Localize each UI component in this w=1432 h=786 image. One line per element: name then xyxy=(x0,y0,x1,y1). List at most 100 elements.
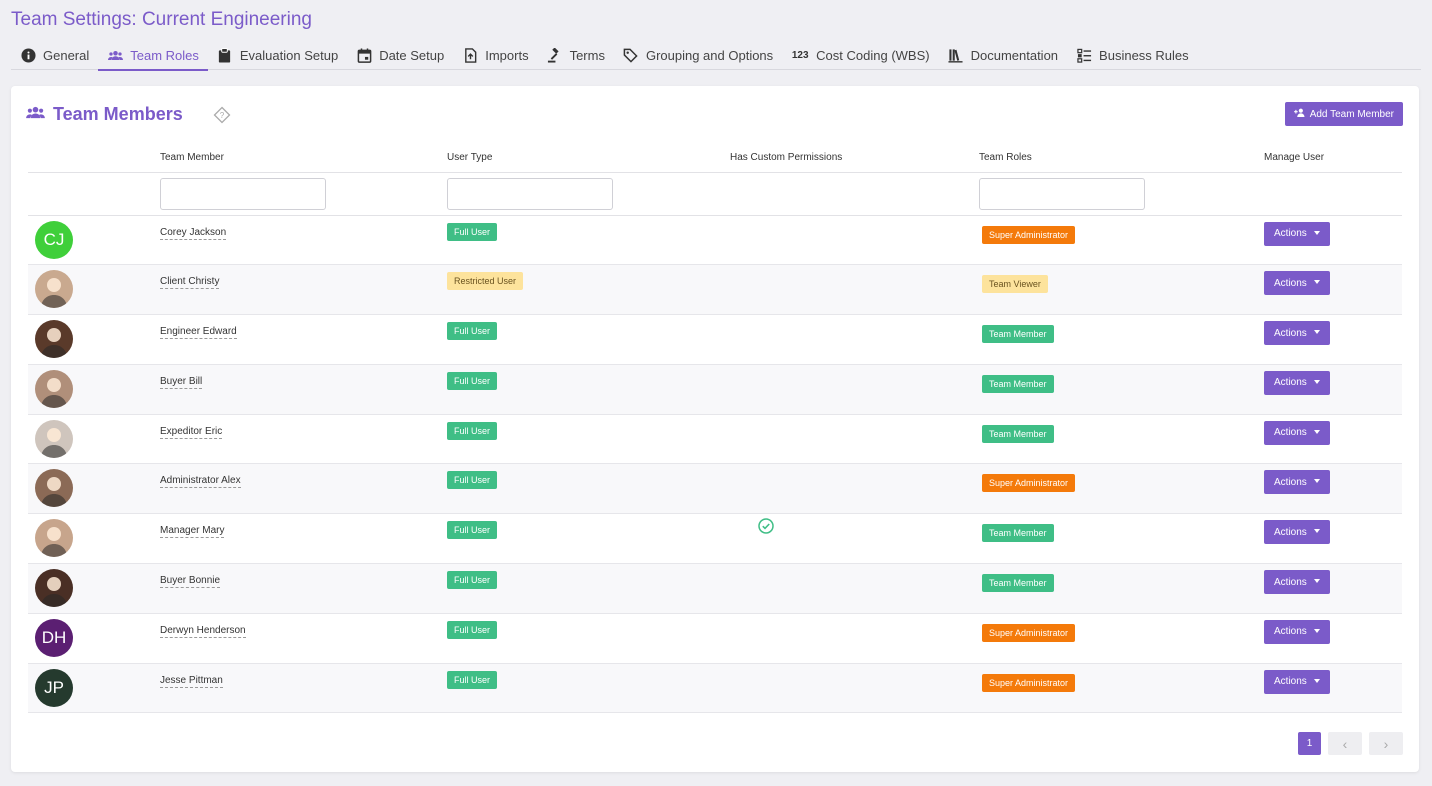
tab-general[interactable]: General xyxy=(11,41,98,70)
table-body: CJ Corey Jackson Full User Super Administra… xyxy=(28,215,1402,714)
page-title: Team Settings: Current Engineering xyxy=(11,9,312,30)
team-role-badge: Team Member xyxy=(982,574,1054,593)
tab-team-roles[interactable]: Team Roles xyxy=(98,41,208,71)
col-avatar xyxy=(28,144,160,173)
avatar xyxy=(35,469,73,508)
tab-label: Imports xyxy=(485,48,529,63)
team-role-badge: Team Member xyxy=(982,424,1054,443)
team-roles-filter-input[interactable] xyxy=(979,177,1145,210)
tab-date-setup[interactable]: Date Setup xyxy=(347,41,453,70)
user-type-badge: Full User xyxy=(447,521,498,540)
card-header: Team Members ? xyxy=(26,104,231,125)
member-name[interactable]: Expeditor Eric xyxy=(160,426,223,439)
actions-dropdown-button[interactable]: Actions xyxy=(1264,619,1330,644)
caret-down-icon xyxy=(1313,479,1320,484)
check-circle-icon xyxy=(758,518,774,539)
table-row: DH Derwyn Henderson Full User Super Adminis… xyxy=(28,613,1402,664)
team-role-badge: Super Administrator xyxy=(982,673,1076,692)
tab-terms[interactable]: Terms xyxy=(538,41,614,70)
team-role-badge: Super Administrator xyxy=(982,623,1076,642)
user-type-badge: Restricted User xyxy=(447,272,524,291)
member-name[interactable]: Buyer Bill xyxy=(160,376,203,389)
books-icon xyxy=(948,48,964,64)
user-type-badge: Full User xyxy=(447,322,498,341)
actions-dropdown-button[interactable]: Actions xyxy=(1264,470,1330,495)
user-type-badge: Full User xyxy=(447,670,498,689)
col-custom-permissions[interactable]: Has Custom Permissions xyxy=(730,144,979,173)
list-icon xyxy=(1076,48,1092,64)
avatar xyxy=(35,369,73,408)
col-team-member[interactable]: Team Member xyxy=(160,144,447,173)
actions-dropdown-button[interactable]: Actions xyxy=(1264,669,1330,694)
avatar-photo-icon xyxy=(41,328,67,359)
actions-dropdown-button[interactable]: Actions xyxy=(1264,321,1330,346)
actions-dropdown-button[interactable]: Actions xyxy=(1264,221,1330,246)
prev-page-button[interactable]: ‹ xyxy=(1328,732,1362,755)
col-team-roles[interactable]: Team Roles xyxy=(979,144,1264,173)
user-type-badge: Full User xyxy=(447,471,498,490)
avatar-photo-icon xyxy=(41,278,67,309)
caret-down-icon xyxy=(1313,628,1320,633)
member-name[interactable]: Administrator Alex xyxy=(160,475,241,489)
tab-imports[interactable]: Imports xyxy=(453,41,537,70)
caret-down-icon xyxy=(1313,429,1320,434)
actions-dropdown-button[interactable]: Actions xyxy=(1264,570,1330,595)
avatar: CJ xyxy=(35,220,73,259)
tab-label: Terms xyxy=(569,48,605,63)
avatar: DH xyxy=(35,618,73,657)
tab-cost-coding[interactable]: 123 Cost Coding (WBS) xyxy=(782,41,938,70)
add-user-icon xyxy=(1293,108,1305,120)
user-type-badge: Full User xyxy=(447,620,498,639)
add-team-member-button[interactable]: Add Team Member xyxy=(1284,102,1403,126)
users-icon xyxy=(26,105,45,125)
tab-business-rules[interactable]: Business Rules xyxy=(1067,41,1198,70)
avatar xyxy=(35,270,73,309)
actions-dropdown-button[interactable]: Actions xyxy=(1264,420,1330,445)
member-name[interactable]: Engineer Edward xyxy=(160,326,237,340)
actions-dropdown-button[interactable]: Actions xyxy=(1264,520,1330,545)
team-member-filter-input[interactable] xyxy=(160,177,326,210)
tab-label: Business Rules xyxy=(1099,48,1189,63)
col-user-type[interactable]: User Type xyxy=(447,144,730,173)
avatar xyxy=(35,519,73,558)
user-type-filter-input[interactable] xyxy=(447,177,613,210)
caret-down-icon xyxy=(1313,529,1320,534)
avatar-photo-icon xyxy=(41,477,67,508)
caret-down-icon xyxy=(1313,330,1320,335)
caret-down-icon xyxy=(1313,579,1320,584)
table-row: Administrator Alex Full User Super Adminis… xyxy=(28,463,1402,515)
page-1-button[interactable]: 1 xyxy=(1298,732,1321,755)
caret-down-icon xyxy=(1313,230,1320,235)
actions-dropdown-button[interactable]: Actions xyxy=(1264,370,1330,395)
avatar-photo-icon xyxy=(41,577,67,608)
next-page-button[interactable]: › xyxy=(1369,732,1403,755)
member-name[interactable]: Jesse Pittman xyxy=(160,675,223,688)
team-role-badge: Team Member xyxy=(982,524,1054,543)
caret-down-icon xyxy=(1313,379,1320,384)
tab-grouping-options[interactable]: Grouping and Options xyxy=(614,41,782,70)
member-name[interactable]: Manager Mary xyxy=(160,525,225,539)
user-type-badge: Full User xyxy=(447,421,498,440)
tab-evaluation-setup[interactable]: Evaluation Setup xyxy=(208,41,347,70)
member-name[interactable]: Corey Jackson xyxy=(160,227,227,240)
member-name[interactable]: Buyer Bonnie xyxy=(160,575,221,589)
avatar-photo-icon xyxy=(41,377,67,408)
table-row: Expeditor Eric Full User Team Member Action… xyxy=(28,414,1402,465)
team-members-table: Team Member User Type Has Custom Permiss… xyxy=(28,144,1402,714)
card-title: Team Members xyxy=(53,104,183,124)
col-manage-user: Manage User xyxy=(1264,144,1402,173)
info-icon xyxy=(20,48,36,64)
member-name[interactable]: Derwyn Henderson xyxy=(160,625,246,638)
table-row: Client Christy Restricted User Team Viewer… xyxy=(28,264,1402,316)
tab-documentation[interactable]: Documentation xyxy=(939,41,1067,70)
actions-dropdown-button[interactable]: Actions xyxy=(1264,271,1330,296)
table-row: Buyer Bonnie Full User Team Member Actions xyxy=(28,563,1402,614)
avatar xyxy=(35,320,73,359)
table-row: CJ Corey Jackson Full User Super Administra… xyxy=(28,215,1402,266)
table-row: JP Jesse Pittman Full User Super Administra… xyxy=(28,663,1402,714)
gavel-icon xyxy=(547,48,563,64)
calendar-icon xyxy=(356,48,372,64)
help-icon[interactable]: ? xyxy=(213,106,231,124)
caret-down-icon xyxy=(1313,280,1320,285)
member-name[interactable]: Client Christy xyxy=(160,276,220,290)
